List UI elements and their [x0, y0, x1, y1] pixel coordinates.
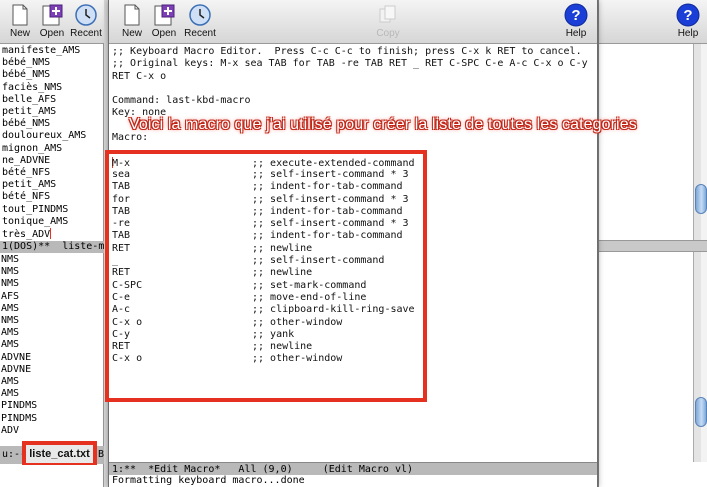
macro-highlight-box	[105, 150, 427, 402]
minibuffer: Formatting keyboard macro...done	[109, 475, 597, 487]
list-item: PINDMS	[1, 412, 38, 424]
open-button[interactable]: Open	[147, 3, 181, 39]
left-open-button[interactable]: Open	[35, 3, 69, 39]
right-scrollbar-bottom[interactable]	[693, 252, 707, 462]
list-item: ne_ADVNE	[2, 154, 51, 166]
list-item: tout_PINDMS	[2, 203, 69, 215]
editor-line: ;; Keyboard Macro Editor. Press C-c C-c …	[112, 46, 582, 57]
open-document-icon	[42, 4, 63, 26]
left-word-list-pane[interactable]: manifeste_AMS bébé_NMS bébé_NMS faciès_NMS b…	[0, 44, 104, 241]
main-toolbar: New Open Recent Copy ? Help	[109, 0, 597, 44]
right-help-button[interactable]: ? Help	[671, 3, 705, 39]
list-item: manifeste_AMS	[2, 45, 81, 56]
list-item: NMS	[1, 254, 20, 265]
list-item: ADVNE	[1, 363, 32, 375]
editor-modeline: 1:** *Edit Macro* All (9,0) (Edit Macro …	[109, 462, 597, 475]
list-item: mignon_AMS	[2, 142, 63, 154]
recent-label: Recent	[184, 28, 216, 39]
list-item: bébé_NMS	[2, 69, 51, 81]
right-window: ? Help	[598, 0, 707, 487]
list-item: AMS	[1, 302, 20, 314]
list-item: NMS	[1, 278, 20, 290]
text-cursor	[50, 228, 52, 240]
editor-line: ;; Original keys: M-x sea TAB for TAB -r…	[112, 58, 588, 70]
open-label: Open	[151, 28, 177, 39]
left-category-list-pane[interactable]: NMS NMS NMS AFS AMS NMS AMS AMS ADVNE ADVNE AMS AMS…	[0, 253, 104, 443]
editor-line: Command: last-kbd-macro	[112, 95, 251, 107]
right-help-label: Help	[677, 28, 699, 39]
left-corner-area	[0, 465, 104, 487]
list-item: ADVNE	[1, 351, 32, 363]
list-item: AFS	[1, 290, 20, 302]
left-recent-label: Recent	[70, 28, 102, 39]
list-item: NMS	[1, 315, 20, 327]
new-document-icon	[12, 4, 28, 26]
copy-label: Copy	[376, 28, 400, 39]
list-item: PINDMS	[1, 400, 38, 412]
help-button[interactable]: ? Help	[559, 3, 593, 39]
copy-button[interactable]: Copy	[371, 3, 405, 39]
list-item: tonique_AMS	[2, 215, 69, 227]
recent-button[interactable]: Recent	[183, 3, 217, 39]
list-item: petit_AMS	[2, 106, 57, 118]
list-item: ADV	[1, 424, 20, 436]
clock-icon	[75, 4, 97, 26]
new-button[interactable]: New	[115, 3, 149, 39]
list-item: bété_NFS	[2, 191, 51, 203]
new-label: New	[121, 28, 142, 39]
file-name-label: liste_cat.txt	[29, 448, 90, 460]
right-window-toolbar: ? Help	[599, 0, 707, 44]
list-item: AMS	[1, 327, 20, 339]
svg-text:?: ?	[571, 7, 580, 24]
editor-line: RET C-x o	[112, 70, 167, 82]
right-window-divider	[599, 240, 707, 252]
list-item: AMS	[1, 376, 20, 388]
open-document-icon	[154, 4, 175, 26]
list-item: bété_NFS	[2, 167, 51, 179]
macro-editor-window: New Open Recent Copy ? Help ;; Keyboard …	[105, 0, 637, 487]
file-name-highlight: liste_cat.txt	[22, 441, 97, 467]
svg-text:?: ?	[683, 7, 692, 24]
left-new-button[interactable]: New	[3, 3, 37, 39]
list-item: faciès_NMS	[2, 81, 63, 93]
list-item: bébé_NMS	[2, 57, 51, 69]
left-modeline-top: 1(DOS)** liste-mot	[0, 241, 104, 253]
right-scroll-thumb-bottom[interactable]	[695, 397, 707, 427]
left-new-label: New	[9, 28, 30, 39]
list-item: AMS	[1, 339, 20, 351]
annotation-text: Voici la macro que j'ai utilisé pour cré…	[129, 116, 637, 133]
left-window-toolbar: New Open Recent	[0, 0, 104, 44]
list-item: AMS	[1, 388, 20, 400]
right-scroll-thumb-top[interactable]	[695, 184, 707, 214]
list-item: belle_AFS	[2, 93, 57, 105]
list-item: douloureux_AMS	[2, 130, 87, 142]
left-modeline-tail: Bo	[98, 449, 104, 460]
list-item: petit_AMS	[2, 179, 57, 191]
help-icon: ?	[676, 3, 700, 27]
clock-icon	[189, 4, 211, 26]
left-open-label: Open	[39, 28, 65, 39]
left-recent-button[interactable]: Recent	[69, 3, 103, 39]
new-document-icon	[124, 4, 140, 26]
right-scrollbar-top[interactable]	[693, 44, 707, 240]
help-label: Help	[565, 28, 587, 39]
list-item: NMS	[1, 266, 20, 278]
help-icon: ?	[564, 3, 588, 27]
copy-icon	[379, 5, 396, 23]
list-item: bébé_NMS	[2, 118, 51, 130]
list-item: très_ADV	[2, 228, 52, 241]
editor-header-lines: ;; Keyboard Macro Editor. Press C-c C-c …	[112, 46, 597, 157]
